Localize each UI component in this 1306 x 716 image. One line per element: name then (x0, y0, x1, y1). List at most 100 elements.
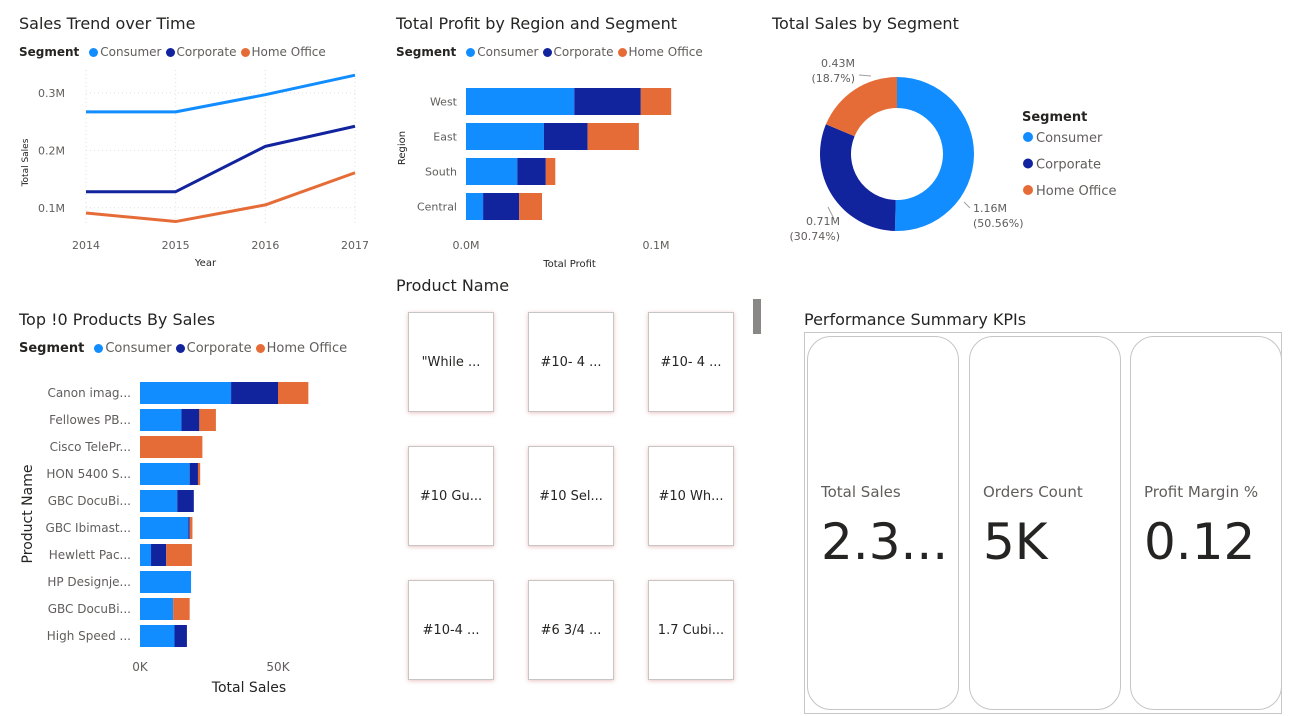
category-label: East (433, 131, 457, 144)
legend-dot-corporate (542, 48, 552, 57)
bar-segment (177, 490, 194, 512)
slicer-tile[interactable]: #6 3/4 ... (528, 580, 614, 680)
bar-segment (466, 88, 575, 115)
slicer-tile[interactable]: #10 Gu... (408, 446, 494, 546)
kpi-label: Orders Count (983, 483, 1083, 501)
bar-segment (189, 463, 198, 485)
top-products-legend: Segment Consumer Corporate Home Office (19, 341, 347, 356)
category-label: GBC DocuBi... (48, 494, 131, 508)
legend-title: Segment (19, 45, 80, 59)
bar-segment (151, 544, 167, 566)
category-label: Cisco TelePr... (50, 440, 131, 454)
bar-segment (278, 382, 309, 404)
legend-consumer: Consumer (100, 45, 162, 59)
legend-dot-corporate (175, 344, 185, 353)
kpi-card-total-sales[interactable]: Total Sales 2.3... (807, 336, 959, 710)
donut-slice-home-office (825, 77, 897, 137)
x-tick-label: 2015 (162, 239, 190, 252)
kpi-card-profit-margin[interactable]: Profit Margin % 0.12 (1130, 336, 1282, 710)
bar-segment (543, 123, 588, 150)
legend-dot-consumer (94, 344, 104, 353)
x-tick-label: 0K (132, 660, 149, 674)
kpi-card-orders-count[interactable]: Orders Count 5K (969, 336, 1121, 710)
y-tick-label: 0.2M (38, 144, 65, 157)
bar-segment (140, 436, 203, 458)
slicer-tile[interactable]: 1.7 Cubi... (648, 580, 734, 680)
leader-line (963, 201, 971, 209)
sales-trend-chart[interactable]: 0.1M 0.2M 0.3M 2014 2015 2016 2017 Year Total Sa… (0, 70, 380, 280)
category-label: High Speed ... (47, 629, 131, 643)
legend-dot (1023, 158, 1033, 169)
legend-home-office: Home Office (251, 45, 326, 59)
data-percent-label: (30.74%) (789, 230, 840, 243)
top-products-chart[interactable]: Canon imag... Fellowes PB... Cisco TelePr.… (0, 370, 380, 700)
bar-segment (640, 88, 672, 115)
slicer-title: Product Name (396, 276, 510, 295)
data-value-label: 1.16M (973, 202, 1007, 215)
kpi-value: 2.3... (821, 513, 949, 571)
legend-dot (1023, 132, 1033, 142)
legend-title: Segment (396, 45, 457, 59)
legend-corporate: Corporate (553, 45, 614, 59)
data-value-label: 0.43M (821, 57, 855, 70)
leader-line (858, 74, 872, 77)
category-label: Fellowes PB... (49, 413, 131, 427)
slicer-tile[interactable]: "While ... (408, 312, 494, 412)
category-label: GBC Ibimast... (46, 521, 131, 535)
x-axis-title: Total Sales (211, 680, 286, 696)
profit-region-legend: Segment Consumer Corporate Home Office (396, 45, 703, 59)
bar-segment (188, 517, 190, 539)
sales-segment-donut-chart[interactable]: 1.16M (50.56%) 0.71M (30.74%) 0.43M (18.7%) Se… (760, 40, 1180, 260)
slicer-tile[interactable]: #10 Wh... (648, 446, 734, 546)
bar-segment (189, 517, 193, 539)
legend-title: Segment (19, 341, 85, 356)
y-axis-title: Product Name (20, 465, 36, 564)
y-axis-title: Total Sales (21, 138, 31, 187)
legend-dot-consumer (89, 48, 99, 57)
slicer-tile[interactable]: #10- 4 ... (648, 312, 734, 412)
category-label: Canon imag... (47, 386, 131, 400)
donut-slice-consumer (894, 77, 974, 231)
x-tick-label: 0.1M (643, 239, 670, 252)
x-axis-title: Year (194, 258, 217, 269)
bar-segment (466, 158, 518, 185)
legend-corporate: Corporate (186, 341, 252, 356)
bar-segment (140, 571, 192, 593)
y-axis-title: Region (397, 131, 408, 165)
y-tick-label: 0.1M (38, 202, 65, 215)
legend-dot-home-office (617, 48, 627, 57)
x-tick-label: 50K (266, 660, 290, 674)
slicer-tile[interactable]: #10 Sel... (528, 446, 614, 546)
bar-segment (140, 544, 152, 566)
bar-segment (140, 463, 190, 485)
legend-label: Consumer (1036, 131, 1103, 146)
sales-segment-title: Total Sales by Segment (772, 14, 959, 33)
profit-region-chart[interactable]: West East South Central 0.0M 0.1M Total Profit… (390, 70, 690, 275)
bar-segment (140, 598, 174, 620)
legend-dot-home-office (255, 344, 265, 353)
slicer-tile[interactable]: #10- 4 ... (528, 312, 614, 412)
bar-segment (140, 490, 178, 512)
series-line-corporate (86, 124, 356, 194)
bar-segment (517, 158, 546, 185)
legend-dot-corporate (165, 48, 175, 57)
bar-segment (483, 193, 520, 220)
slicer-scrollbar[interactable] (753, 299, 761, 334)
legend-label: Corporate (1036, 158, 1101, 173)
data-percent-label: (50.56%) (973, 217, 1024, 230)
legend-dot (1023, 185, 1033, 195)
bar-segment (140, 382, 232, 404)
bar-segment (197, 463, 201, 485)
legend-corporate: Corporate (176, 45, 237, 59)
slicer-tile[interactable]: #10-4 ... (408, 580, 494, 680)
category-label: West (430, 96, 458, 109)
category-label: HON 5400 S... (46, 467, 131, 481)
bar-segment (199, 409, 216, 431)
bar-segment (140, 409, 182, 431)
x-tick-label: 0.0M (453, 239, 480, 252)
bar-segment (231, 382, 278, 404)
kpi-label: Total Sales (821, 483, 901, 501)
category-label: Hewlett Pac... (49, 548, 131, 562)
data-value-label: 0.71M (806, 215, 840, 228)
x-tick-label: 2016 (251, 239, 279, 252)
